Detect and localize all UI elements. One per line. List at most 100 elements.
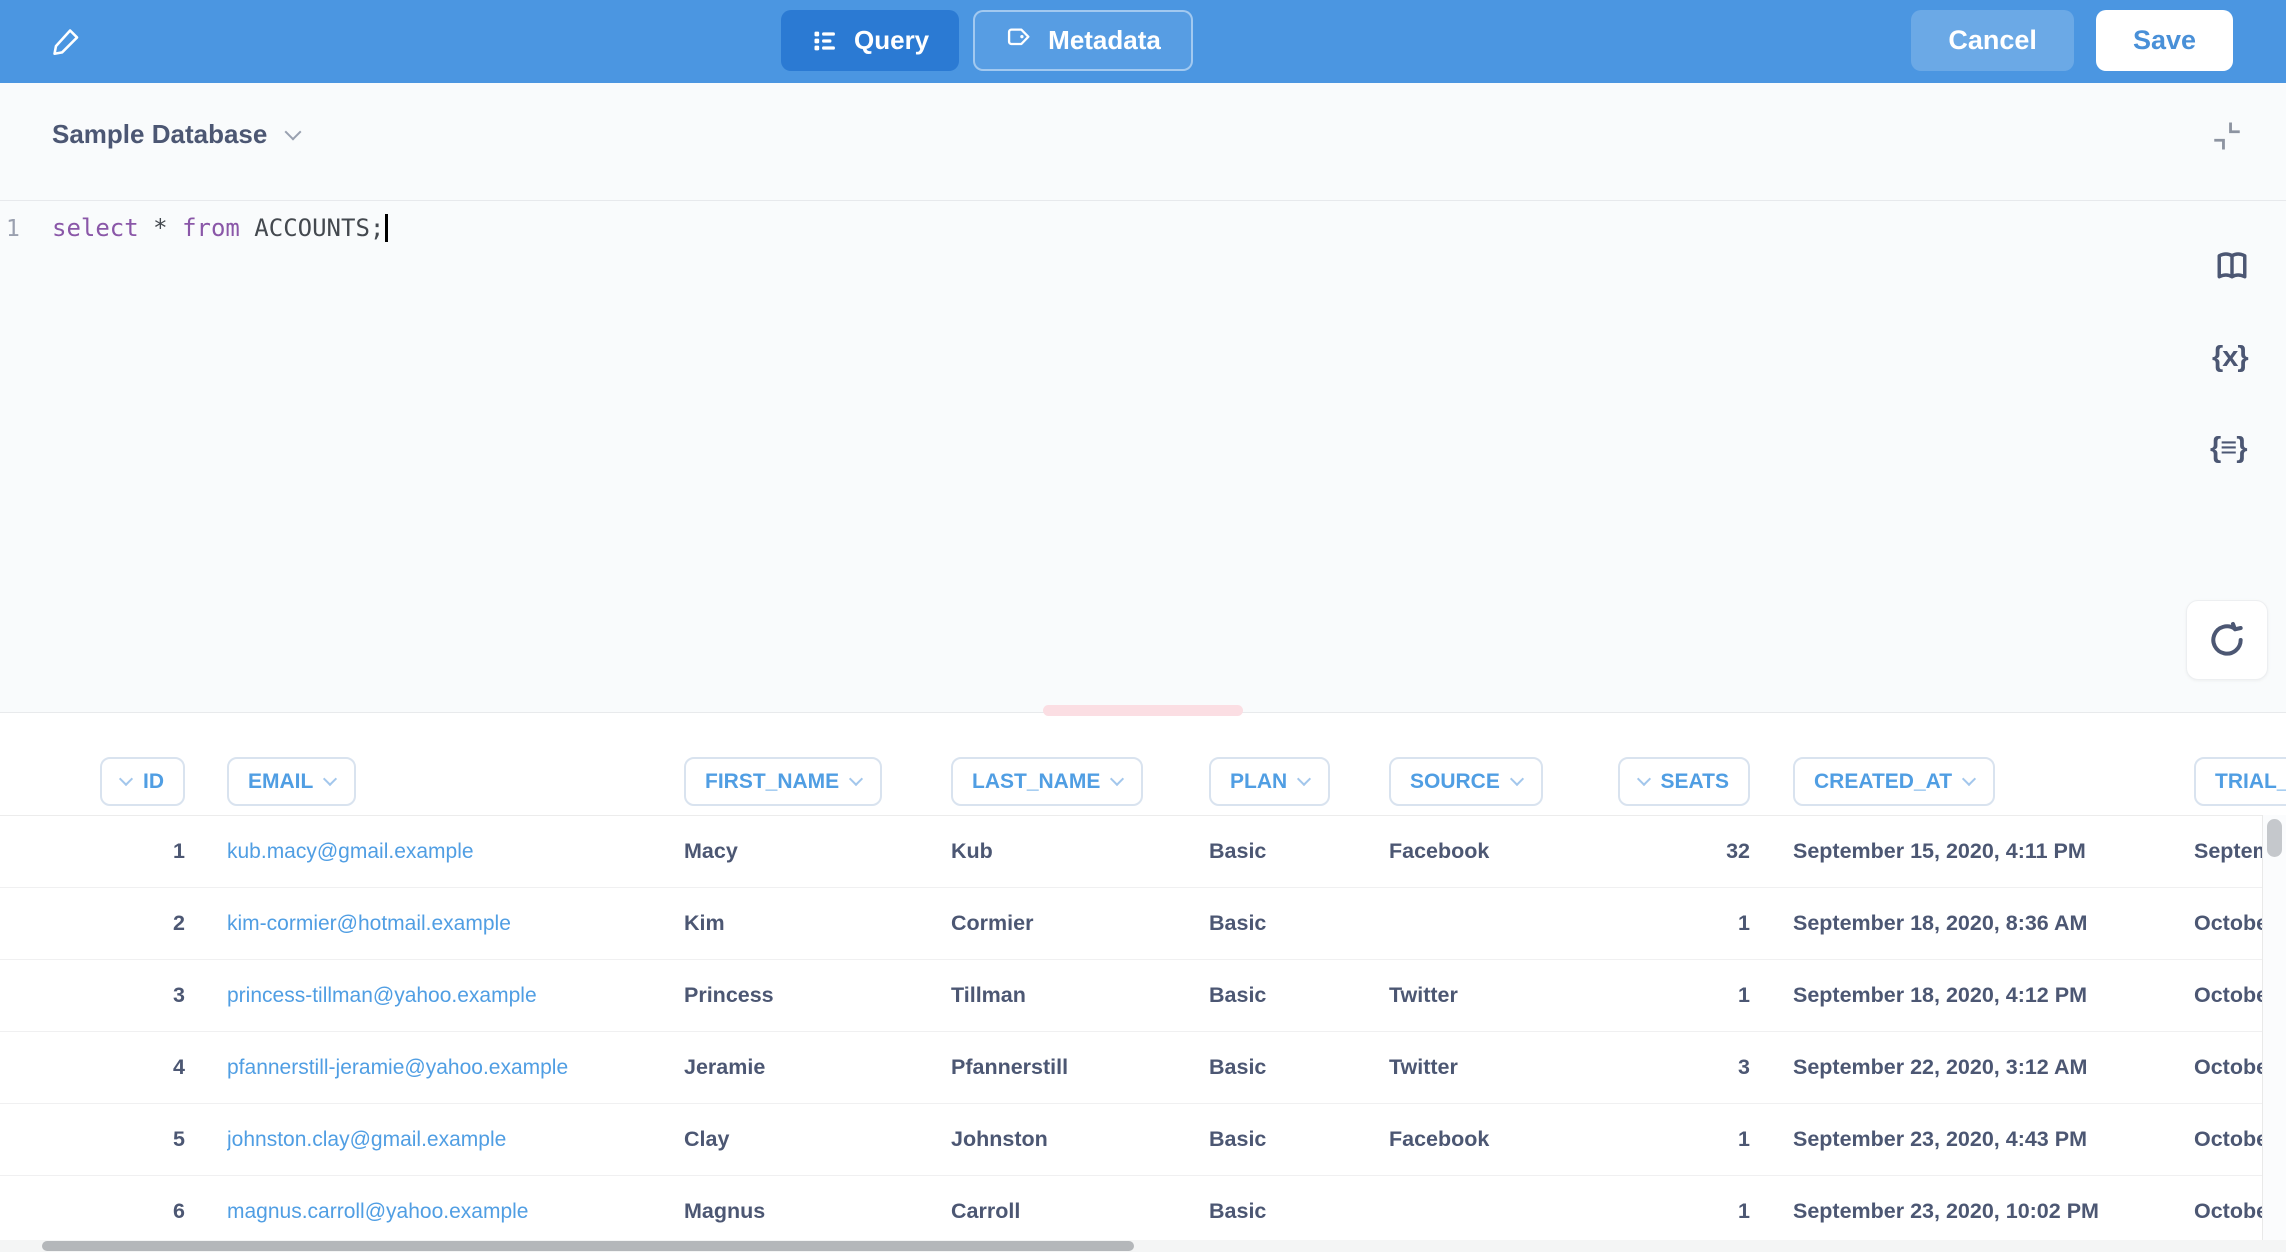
cell-created-at[interactable]: September 15, 2020, 4:11 PM — [1793, 839, 2150, 864]
chevron-down-icon — [1962, 772, 1976, 786]
collapse-editor-icon[interactable] — [2210, 119, 2244, 153]
cell-source[interactable]: Twitter — [1389, 983, 1608, 1008]
editor-top-divider — [0, 200, 2286, 201]
column-header-first-name[interactable]: FIRST_NAME — [684, 757, 882, 806]
column-header-trial-ends[interactable]: TRIAL_E — [2194, 757, 2286, 806]
resize-handle[interactable] — [1043, 705, 1243, 716]
cell-email[interactable]: princess-tillman@yahoo.example — [227, 984, 684, 1008]
table-header-row: ID EMAIL FIRST_NAME LAST_NAME PLAN — [0, 757, 2286, 806]
sql-keyword-select: select — [52, 214, 153, 242]
cancel-button[interactable]: Cancel — [1911, 10, 2074, 71]
cell-id[interactable]: 4 — [60, 1055, 185, 1080]
cell-last-name[interactable]: Tillman — [951, 983, 1209, 1008]
cell-id[interactable]: 6 — [60, 1199, 185, 1224]
cell-plan[interactable]: Basic — [1209, 1055, 1389, 1080]
cell-email[interactable]: johnston.clay@gmail.example — [227, 1128, 684, 1152]
horizontal-scrollbar[interactable] — [0, 1240, 2286, 1252]
cell-first-name[interactable]: Kim — [684, 911, 951, 936]
cell-created-at[interactable]: September 18, 2020, 4:12 PM — [1793, 983, 2150, 1008]
cell-last-name[interactable]: Cormier — [951, 911, 1209, 936]
column-header-created-at[interactable]: CREATED_AT — [1793, 757, 1995, 806]
column-label: ID — [143, 770, 164, 794]
cell-plan[interactable]: Basic — [1209, 911, 1389, 936]
cell-source[interactable]: Twitter — [1389, 1055, 1608, 1080]
tab-query[interactable]: Query — [781, 10, 959, 71]
tab-metadata[interactable]: Metadata — [973, 10, 1193, 71]
cell-seats[interactable]: 1 — [1608, 1199, 1750, 1224]
cell-seats[interactable]: 1 — [1608, 1127, 1750, 1152]
cell-id[interactable]: 3 — [60, 983, 185, 1008]
top-nav-bar: Query Metadata Cancel Save — [0, 0, 2286, 83]
chevron-down-icon — [1510, 772, 1524, 786]
cell-plan[interactable]: Basic — [1209, 1199, 1389, 1224]
tab-metadata-label: Metadata — [1048, 25, 1161, 56]
cell-created-at[interactable]: September 23, 2020, 10:02 PM — [1793, 1199, 2150, 1224]
chevron-down-icon — [1636, 772, 1650, 786]
horizontal-scrollbar-thumb[interactable] — [42, 1241, 1134, 1251]
cell-email[interactable]: pfannerstill-jeramie@yahoo.example — [227, 1056, 684, 1080]
cell-created-at[interactable]: September 23, 2020, 4:43 PM — [1793, 1127, 2150, 1152]
cell-plan[interactable]: Basic — [1209, 983, 1389, 1008]
line-number: 1 — [6, 216, 20, 242]
topbar-actions: Cancel Save — [1911, 10, 2233, 71]
cell-first-name[interactable]: Macy — [684, 839, 951, 864]
database-picker[interactable]: Sample Database — [52, 119, 299, 150]
column-header-seats[interactable]: SEATS — [1618, 757, 1750, 806]
cell-first-name[interactable]: Princess — [684, 983, 951, 1008]
text-cursor — [385, 214, 388, 242]
cell-email[interactable]: magnus.carroll@yahoo.example — [227, 1200, 684, 1224]
cell-plan[interactable]: Basic — [1209, 1127, 1389, 1152]
table-row: 4 pfannerstill-jeramie@yahoo.example Jer… — [0, 1032, 2286, 1104]
chevron-down-icon — [1297, 772, 1311, 786]
cell-created-at[interactable]: September 18, 2020, 8:36 AM — [1793, 911, 2150, 936]
vertical-scrollbar[interactable] — [2262, 815, 2286, 1240]
column-header-plan[interactable]: PLAN — [1209, 757, 1330, 806]
table-row: 3 princess-tillman@yahoo.example Princes… — [0, 960, 2286, 1032]
column-label: LAST_NAME — [972, 770, 1100, 794]
table-row: 5 johnston.clay@gmail.example Clay Johns… — [0, 1104, 2286, 1176]
cell-last-name[interactable]: Kub — [951, 839, 1209, 864]
cell-id[interactable]: 1 — [60, 839, 185, 864]
cell-last-name[interactable]: Carroll — [951, 1199, 1209, 1224]
variables-icon[interactable]: {x} — [2212, 341, 2248, 374]
pencil-icon[interactable] — [50, 24, 84, 58]
column-header-email[interactable]: EMAIL — [227, 757, 356, 806]
save-button[interactable]: Save — [2096, 10, 2233, 71]
table-row: 2 kim-cormier@hotmail.example Kim Cormie… — [0, 888, 2286, 960]
cell-email[interactable]: kim-cormier@hotmail.example — [227, 912, 684, 936]
column-header-id[interactable]: ID — [100, 757, 185, 806]
cell-id[interactable]: 5 — [60, 1127, 185, 1152]
chevron-down-icon — [1110, 772, 1124, 786]
run-query-button[interactable] — [2186, 600, 2268, 680]
vertical-scrollbar-thumb[interactable] — [2267, 819, 2282, 857]
cell-first-name[interactable]: Magnus — [684, 1199, 951, 1224]
cell-id[interactable]: 2 — [60, 911, 185, 936]
sql-keyword-from: from — [182, 214, 240, 242]
cell-seats[interactable]: 1 — [1608, 983, 1750, 1008]
cell-first-name[interactable]: Clay — [684, 1127, 951, 1152]
sql-star: * — [153, 214, 182, 242]
cell-last-name[interactable]: Johnston — [951, 1127, 1209, 1152]
chevron-down-icon — [323, 772, 337, 786]
cell-seats[interactable]: 1 — [1608, 911, 1750, 936]
sql-code-input[interactable]: select * from ACCOUNTS; — [52, 214, 388, 270]
column-header-source[interactable]: SOURCE — [1389, 757, 1543, 806]
cell-plan[interactable]: Basic — [1209, 839, 1389, 864]
column-label: SOURCE — [1410, 770, 1500, 794]
cell-last-name[interactable]: Pfannerstill — [951, 1055, 1209, 1080]
sql-editor-panel: Sample Database 1 select * from ACCOUNTS… — [0, 83, 2286, 713]
cell-seats[interactable]: 3 — [1608, 1055, 1750, 1080]
column-label: PLAN — [1230, 770, 1287, 794]
snippets-icon[interactable]: {≡} — [2210, 432, 2247, 465]
query-list-icon — [811, 27, 839, 55]
data-reference-book-icon[interactable] — [2214, 249, 2250, 285]
cell-first-name[interactable]: Jeramie — [684, 1055, 951, 1080]
cell-seats[interactable]: 32 — [1608, 839, 1750, 864]
table-row: 1 kub.macy@gmail.example Macy Kub Basic … — [0, 816, 2286, 888]
cell-email[interactable]: kub.macy@gmail.example — [227, 840, 684, 864]
cell-source[interactable]: Facebook — [1389, 1127, 1608, 1152]
cell-created-at[interactable]: September 22, 2020, 3:12 AM — [1793, 1055, 2150, 1080]
cell-source[interactable]: Facebook — [1389, 839, 1608, 864]
column-header-last-name[interactable]: LAST_NAME — [951, 757, 1143, 806]
column-label: CREATED_AT — [1814, 770, 1952, 794]
